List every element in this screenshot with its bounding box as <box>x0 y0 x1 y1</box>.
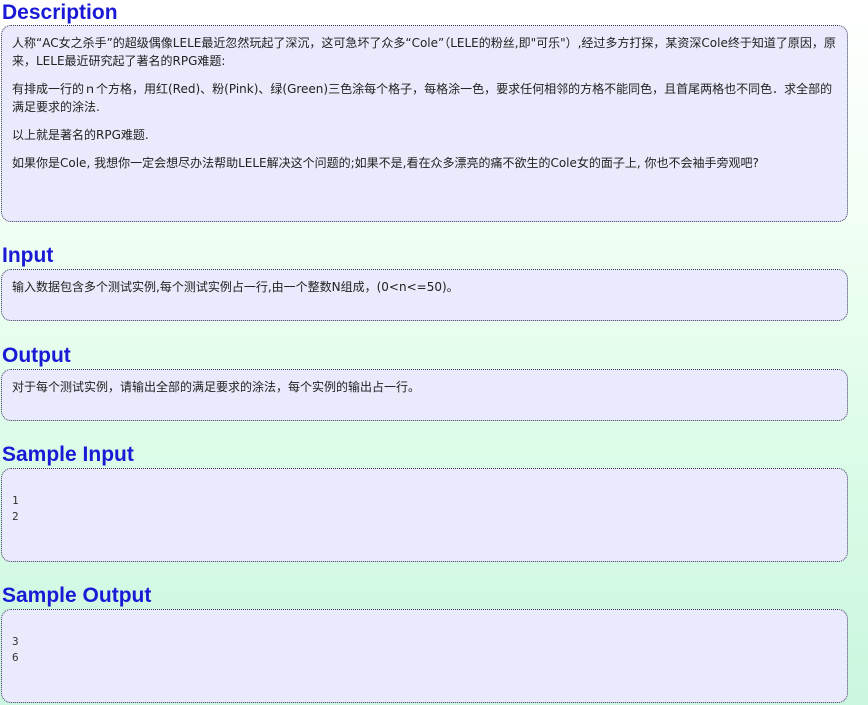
input-text: 输入数据包含多个测试实例,每个测试实例占一行,由一个整数N组成，(0<n<=50… <box>12 280 459 294</box>
sample-output-line: 6 <box>12 651 19 664</box>
input-box: 输入数据包含多个测试实例,每个测试实例占一行,由一个整数N组成，(0<n<=50… <box>1 269 848 321</box>
sample-output-box: 3 6 <box>1 609 848 703</box>
sample-output-line: 3 <box>12 635 19 648</box>
sample-input-box: 1 2 <box>1 468 848 562</box>
sample-input-line: 1 <box>12 494 19 507</box>
description-paragraph: 有排成一行的ｎ个方格，用红(Red)、粉(Pink)、绿(Green)三色涂每个… <box>12 82 833 114</box>
description-paragraph: 以上就是著名的RPG难题. <box>12 128 149 142</box>
sample-input-heading: Sample Input <box>2 443 134 466</box>
description-heading: Description <box>2 1 118 24</box>
input-heading: Input <box>2 244 54 267</box>
output-box: 对于每个测试实例，请输出全部的满足要求的涂法，每个实例的输出占一行。 <box>1 369 848 421</box>
sample-output-heading: Sample Output <box>2 584 152 607</box>
sample-input-line: 2 <box>12 510 19 523</box>
description-paragraph: 如果你是Cole, 我想你一定会想尽办法帮助LELE解决这个问题的;如果不是,看… <box>12 156 759 170</box>
description-box: 人称“AC女之杀手”的超级偶像LELE最近忽然玩起了深沉，这可急坏了众多“Col… <box>1 25 848 222</box>
output-text: 对于每个测试实例，请输出全部的满足要求的涂法，每个实例的输出占一行。 <box>12 380 421 394</box>
description-paragraph: 人称“AC女之杀手”的超级偶像LELE最近忽然玩起了深沉，这可急坏了众多“Col… <box>12 36 836 68</box>
output-heading: Output <box>2 344 71 367</box>
